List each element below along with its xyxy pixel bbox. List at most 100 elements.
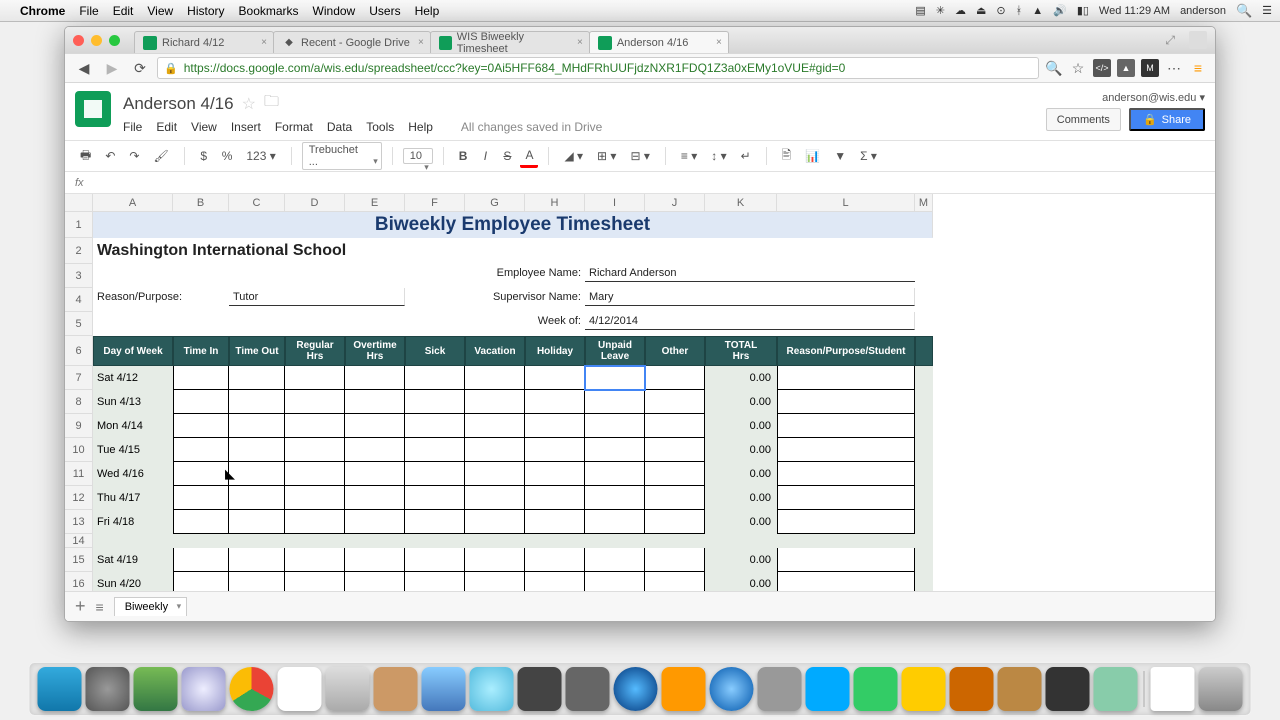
font-select[interactable]: Trebuchet ... — [302, 142, 382, 170]
status-icon[interactable]: ☁ — [955, 4, 966, 17]
dock-reminders-icon[interactable] — [326, 667, 370, 711]
address-bar[interactable]: 🔒 https://docs.google.com/a/wis.edu/spre… — [157, 57, 1039, 79]
valign-icon[interactable]: ↕ ▾ — [706, 146, 731, 166]
menu-bookmarks[interactable]: Bookmarks — [239, 4, 299, 18]
dock-safari-icon[interactable] — [182, 667, 226, 711]
add-sheet-button[interactable]: + — [75, 596, 86, 617]
dock-trash-icon[interactable] — [1199, 667, 1243, 711]
battery-icon[interactable]: ▮▯ — [1077, 4, 1089, 17]
formula-bar[interactable]: fx — [65, 172, 1215, 194]
close-tab-icon[interactable]: × — [716, 37, 722, 48]
volume-icon[interactable]: 🔊 — [1053, 4, 1067, 17]
dock-pages-icon[interactable] — [902, 667, 946, 711]
chart-icon[interactable]: 📊 — [800, 146, 825, 166]
bluetooth-icon[interactable]: ᚼ — [1016, 5, 1023, 17]
all-sheets-button[interactable]: ≡ — [96, 599, 104, 615]
text-color-icon[interactable]: A — [520, 145, 538, 168]
paint-format-icon[interactable]: 🖌 — [148, 146, 173, 166]
dock-numbers-icon[interactable] — [854, 667, 898, 711]
dock-ical-icon[interactable] — [278, 667, 322, 711]
docs-menu-format[interactable]: Format — [275, 120, 313, 134]
extension-icon[interactable]: ▲ — [1117, 59, 1135, 77]
star-icon[interactable]: ☆ — [1069, 59, 1087, 77]
dock-iphoto-icon[interactable] — [950, 667, 994, 711]
folder-icon[interactable]: 🗀 — [264, 91, 279, 116]
chrome-menu-icon[interactable]: ≡ — [1189, 59, 1207, 77]
dock-settings-icon[interactable] — [758, 667, 802, 711]
doc-title[interactable]: Anderson 4/16 — [123, 94, 234, 114]
print-icon[interactable]: 🖶 — [75, 143, 96, 170]
zoom-icon[interactable]: 🔍 — [1045, 59, 1063, 77]
dock-missioncontrol-icon[interactable] — [134, 667, 178, 711]
strikethrough-icon[interactable]: S — [498, 146, 516, 166]
dock-facetime-icon[interactable] — [518, 667, 562, 711]
browser-tab[interactable]: WIS Biweekly Timesheet× — [430, 31, 590, 53]
percent-icon[interactable]: % — [217, 146, 238, 166]
status-icon[interactable]: ⊙ — [996, 4, 1005, 17]
align-icon[interactable]: ≡ ▾ — [676, 146, 702, 166]
borders-icon[interactable]: ⊞ ▾ — [592, 146, 621, 166]
profile-icon[interactable] — [1189, 31, 1207, 49]
menu-window[interactable]: Window — [313, 4, 356, 18]
reload-button[interactable]: ⟳ — [129, 57, 151, 79]
zoom-window-button[interactable] — [109, 35, 120, 46]
fullscreen-icon[interactable]: ⤢ — [1165, 33, 1175, 48]
dock-finder-icon[interactable] — [38, 667, 82, 711]
status-icon[interactable]: ✳ — [936, 4, 945, 17]
notifications-icon[interactable]: ☰ — [1262, 4, 1272, 17]
docs-menu-file[interactable]: File — [123, 120, 142, 134]
dock-imovie-icon[interactable] — [1046, 667, 1090, 711]
menu-users[interactable]: Users — [369, 4, 400, 18]
browser-tab[interactable]: ◆Recent - Google Drive× — [273, 31, 431, 53]
dock-preview-icon[interactable] — [1094, 667, 1138, 711]
dock-photobooth-icon[interactable] — [566, 667, 610, 711]
docs-menu-data[interactable]: Data — [327, 120, 352, 134]
functions-icon[interactable]: Σ ▾ — [855, 146, 882, 166]
dock-launchpad-icon[interactable] — [86, 667, 130, 711]
number-format-icon[interactable]: 123 ▾ — [241, 146, 280, 166]
font-size-select[interactable]: 10 — [403, 148, 433, 164]
docs-menu-edit[interactable]: Edit — [156, 120, 177, 134]
dock-messages-icon[interactable] — [470, 667, 514, 711]
fill-color-icon[interactable]: ◢ ▾ — [559, 146, 588, 166]
star-icon[interactable]: ☆ — [242, 94, 256, 114]
currency-icon[interactable]: $ — [195, 146, 213, 166]
link-icon[interactable]: 🖹 — [777, 143, 797, 170]
menu-history[interactable]: History — [187, 4, 224, 18]
browser-tab[interactable]: Richard 4/12× — [134, 31, 274, 53]
dock-garageband-icon[interactable] — [998, 667, 1042, 711]
dock-itunes-icon[interactable] — [614, 667, 658, 711]
dock-appstore-icon[interactable] — [710, 667, 754, 711]
dock-keynote-icon[interactable] — [806, 667, 850, 711]
back-button[interactable]: ◀ — [73, 57, 95, 79]
wrap-icon[interactable]: ↵ — [736, 146, 756, 166]
extension-icon[interactable]: M — [1141, 59, 1159, 77]
status-icon[interactable]: ⏏ — [976, 4, 986, 17]
account-email[interactable]: anderson@wis.edu ▾ — [1102, 91, 1205, 104]
spreadsheet-grid[interactable]: ABCDEFGHIJKLM1Biweekly Employee Timeshee… — [65, 194, 1215, 591]
spotlight-icon[interactable]: 🔍 — [1236, 3, 1252, 19]
close-tab-icon[interactable]: × — [577, 37, 583, 48]
share-button[interactable]: 🔒Share — [1129, 108, 1205, 131]
redo-icon[interactable]: ↷ — [124, 146, 144, 166]
menu-app-name[interactable]: Chrome — [20, 4, 65, 18]
dock-mail-icon[interactable] — [422, 667, 466, 711]
user-menu[interactable]: anderson — [1180, 5, 1226, 17]
close-tab-icon[interactable]: × — [261, 37, 267, 48]
menu-help[interactable]: Help — [415, 4, 440, 18]
menu-file[interactable]: File — [79, 4, 98, 18]
clock[interactable]: Wed 11:29 AM — [1099, 5, 1170, 17]
dock-ibooks-icon[interactable] — [662, 667, 706, 711]
wifi-icon[interactable]: ▲ — [1032, 5, 1043, 17]
docs-menu-help[interactable]: Help — [408, 120, 433, 134]
dock-contacts-icon[interactable] — [374, 667, 418, 711]
menu-view[interactable]: View — [147, 4, 173, 18]
undo-icon[interactable]: ↶ — [100, 146, 120, 166]
bold-icon[interactable]: B — [454, 146, 473, 166]
merge-icon[interactable]: ⊟ ▾ — [625, 146, 654, 166]
comments-button[interactable]: Comments — [1046, 108, 1121, 131]
close-tab-icon[interactable]: × — [418, 37, 424, 48]
docs-menu-tools[interactable]: Tools — [366, 120, 394, 134]
sheets-logo[interactable] — [75, 91, 111, 127]
menu-edit[interactable]: Edit — [113, 4, 134, 18]
